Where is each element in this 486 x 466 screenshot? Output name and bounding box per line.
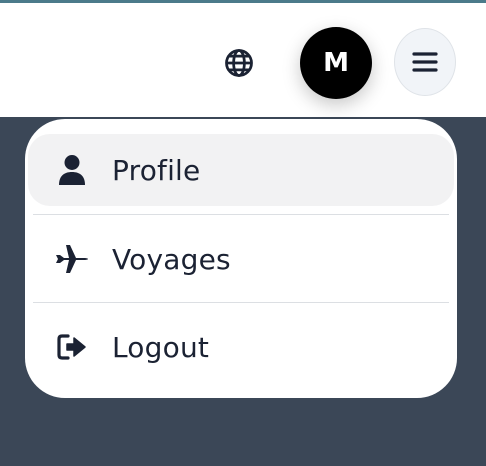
globe-icon-graphic — [225, 49, 253, 77]
menu-divider — [33, 214, 449, 215]
user-icon — [54, 152, 90, 188]
menu-toggle-button[interactable] — [394, 28, 456, 96]
menu-item-voyages[interactable]: Voyages — [28, 223, 454, 295]
menu-item-profile[interactable]: Profile — [28, 134, 454, 206]
hamburger-menu-icon — [412, 52, 438, 72]
app-page: M Profile Voyages Logout — [0, 0, 486, 466]
airplane-icon — [54, 241, 90, 277]
globe-icon[interactable] — [223, 47, 255, 79]
menu-item-label: Logout — [112, 330, 210, 364]
menu-divider — [33, 302, 449, 303]
menu-item-label: Profile — [112, 153, 201, 187]
logout-icon — [54, 329, 90, 365]
top-navbar: M — [0, 3, 486, 117]
user-avatar-button[interactable]: M — [300, 27, 372, 99]
user-dropdown-menu: Profile Voyages Logout — [25, 119, 457, 398]
avatar-initial: M — [323, 48, 349, 78]
menu-item-label: Voyages — [112, 242, 231, 276]
menu-item-logout[interactable]: Logout — [28, 311, 454, 383]
